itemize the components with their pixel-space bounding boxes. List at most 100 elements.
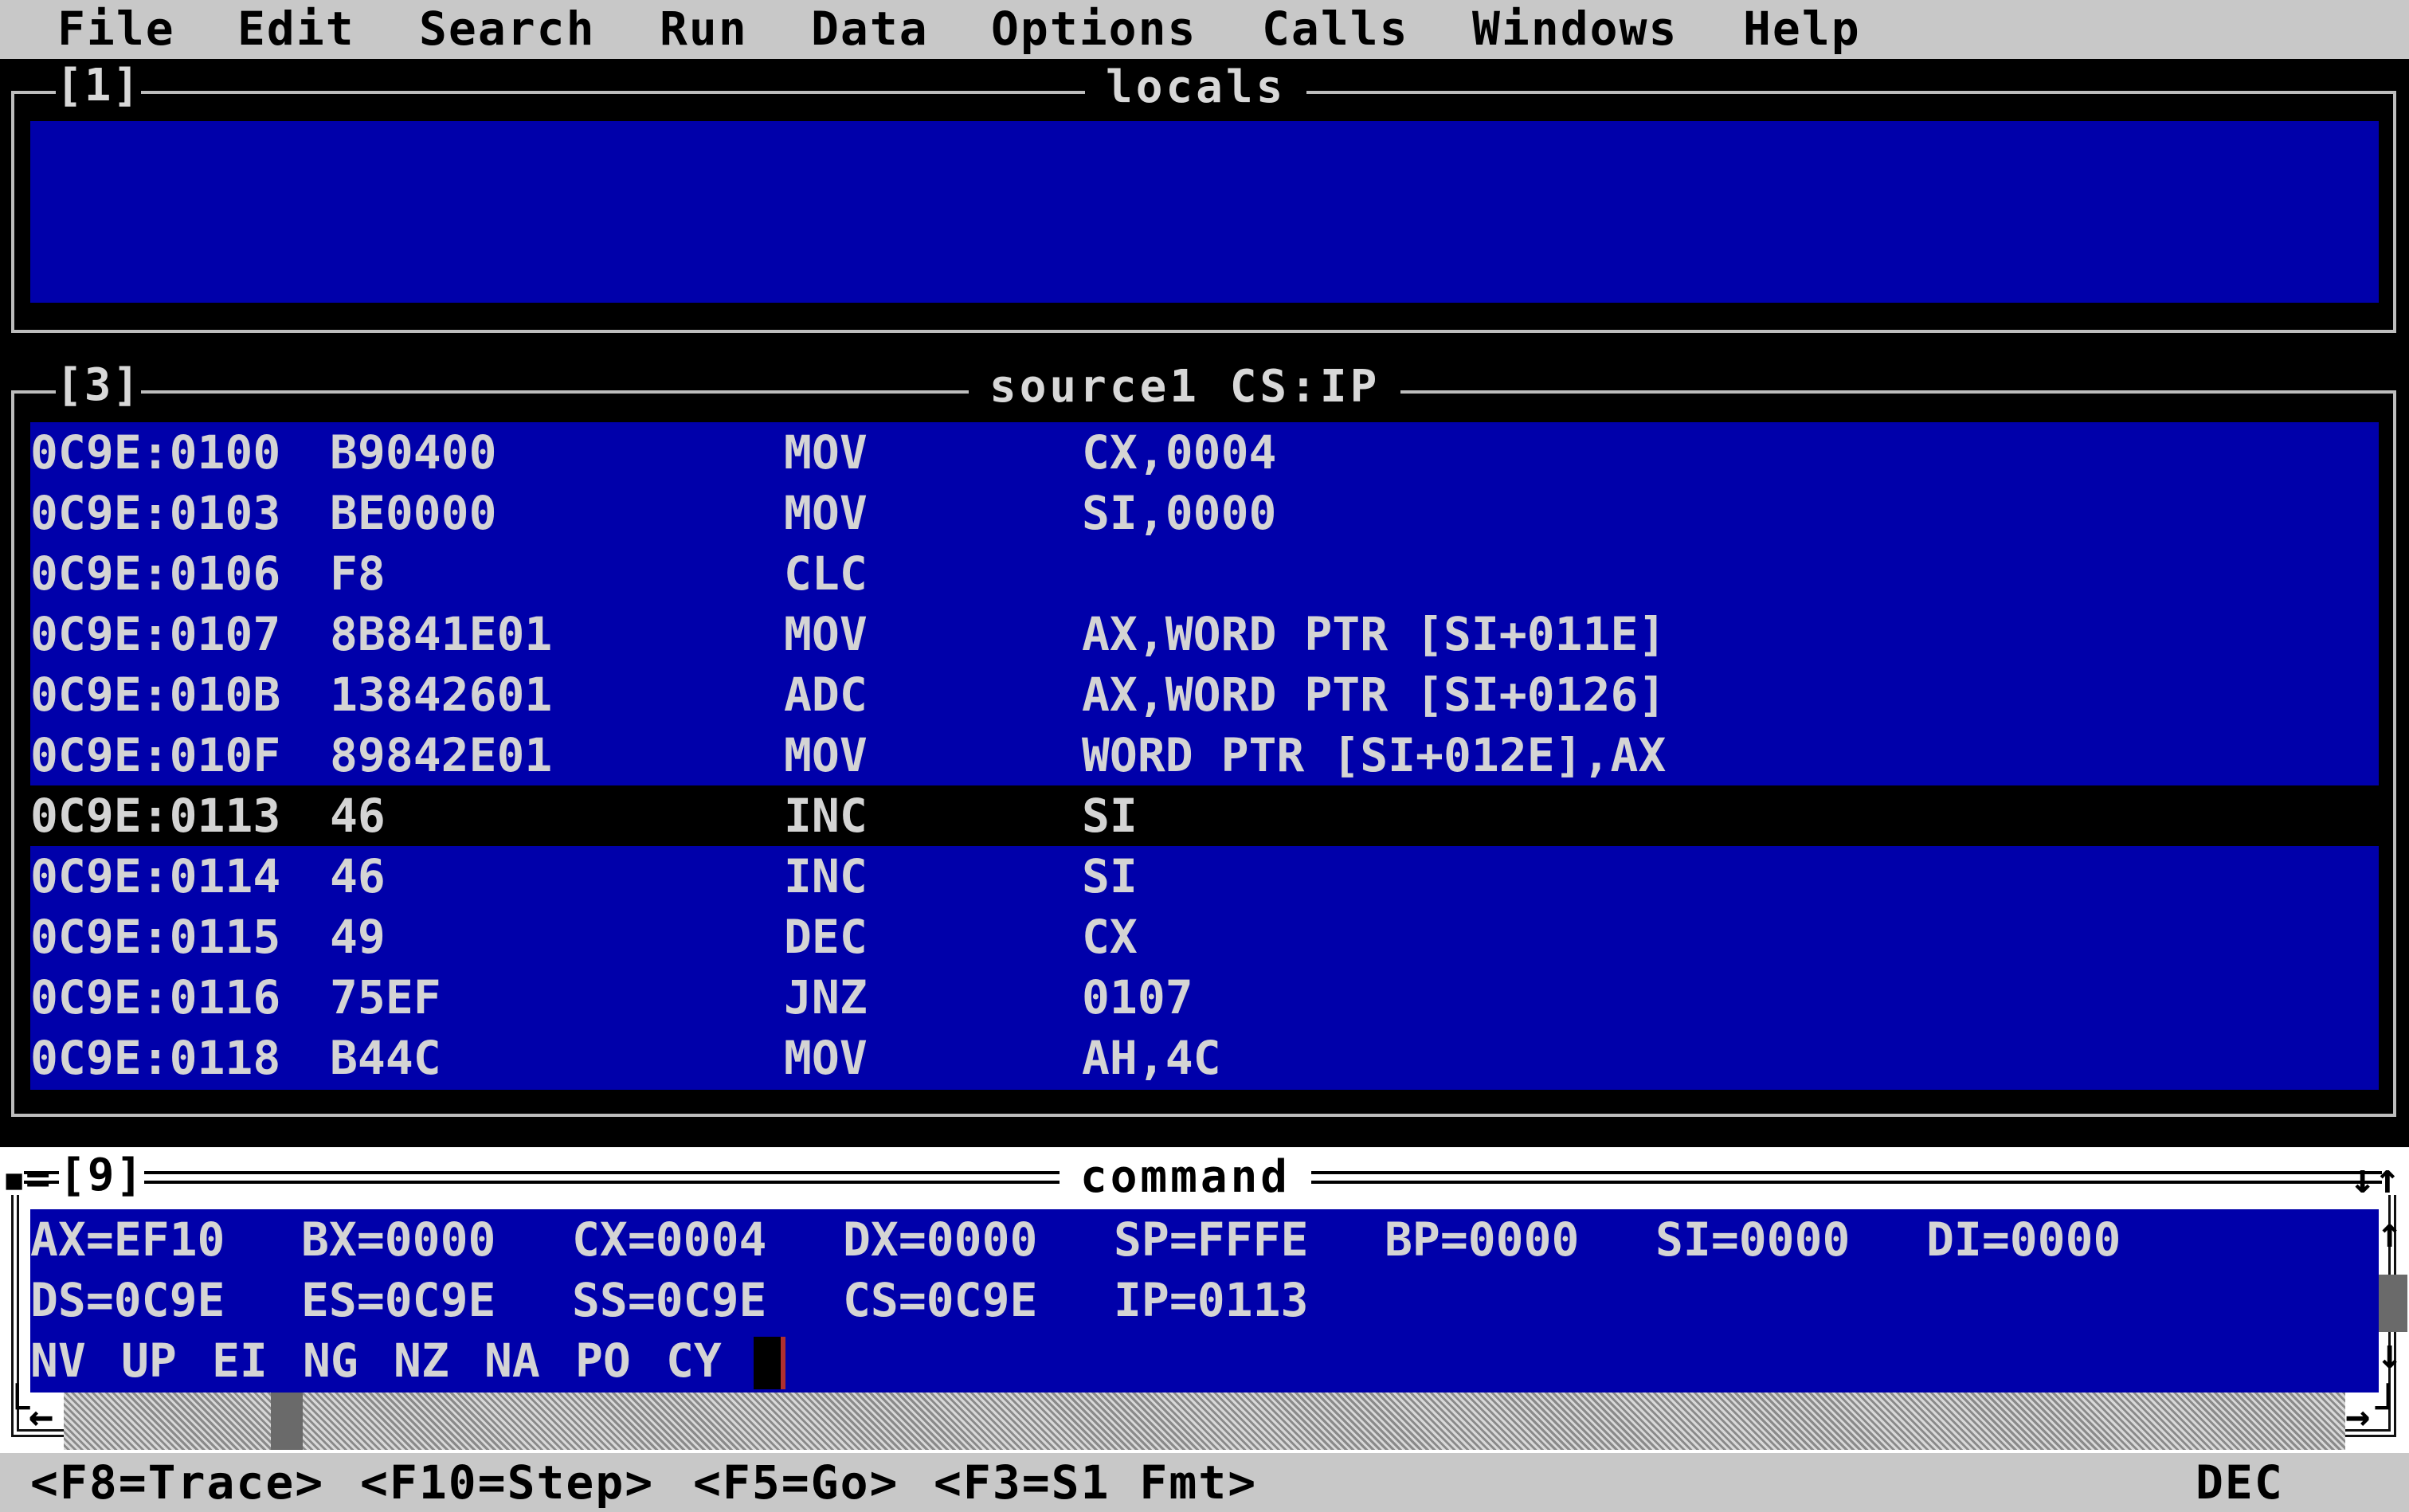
scroll-down-arrow-icon[interactable]: ↓ xyxy=(2377,1332,2402,1377)
source-row[interactable]: 0C9E:0103 BE0000 MOV SI,0000 xyxy=(30,483,2379,543)
menu-calls[interactable]: Calls xyxy=(1262,0,1409,59)
hint-trace[interactable]: <F8=Trace> xyxy=(30,1453,324,1512)
source-operands: SI,0000 xyxy=(1082,486,1277,540)
source-mnemonic: MOV xyxy=(784,728,868,782)
vertical-scroll-thumb[interactable] xyxy=(2379,1275,2407,1332)
command-window[interactable]: ▪ = [9] command ↓↑ AX=EF10 BX=0000 CX=0004… xyxy=(0,1147,2409,1453)
register-value: CS=0C9E xyxy=(843,1273,1038,1327)
menu-bar: File Edit Search Run Data Options Calls … xyxy=(0,0,2409,59)
source-row[interactable]: 0C9E:010B 13842601 ADC AX,WORD PTR [SI+0126… xyxy=(30,664,2379,725)
source-mnemonic: INC xyxy=(784,849,868,903)
command-pane[interactable]: AX=EF10 BX=0000 CX=0004 DX=0000 SP=FFFE BP=00… xyxy=(30,1209,2379,1393)
source-row[interactable]: 0C9E:0114 46 INC SI xyxy=(30,846,2379,907)
source-row[interactable]: 0C9E:0106 F8 CLC xyxy=(30,543,2379,604)
source-bytes: B90400 xyxy=(330,425,497,480)
menu-run[interactable]: Run xyxy=(660,0,748,59)
source-bytes: B44C xyxy=(330,1031,441,1085)
register-value: SS=0C9E xyxy=(572,1273,767,1327)
source-pane[interactable]: 0C9E:0100 B90400 MOV CX,0004 0C9E:0103 BE0000… xyxy=(30,422,2379,1090)
source-window[interactable]: [3] source1 CS:IP 0C9E:0100 B90400 MOV CX,0… xyxy=(0,358,2409,1123)
command-window-number[interactable]: [9] xyxy=(59,1152,145,1200)
source-operands: AH,4C xyxy=(1082,1031,1221,1085)
source-row[interactable]: 0C9E:010F 89842E01 MOV WORD PTR [SI+012E],A… xyxy=(30,725,2379,785)
flag-value: NG xyxy=(303,1334,358,1388)
registers-line-2: DS=0C9E ES=0C9E SS=0C9E CS=0C9E IP=0113 xyxy=(30,1270,2379,1330)
source-bytes: 89842E01 xyxy=(330,728,553,782)
source-mnemonic: CLC xyxy=(784,546,868,601)
hint-format[interactable]: <F3=S1 Fmt> xyxy=(934,1453,1257,1512)
locals-pane[interactable] xyxy=(30,121,2379,303)
source-operands: WORD PTR [SI+012E],AX xyxy=(1082,728,1667,782)
close-box-icon[interactable]: ▪ xyxy=(2,1157,26,1201)
source-window-title: source1 CS:IP xyxy=(969,363,1401,411)
registers-line-1: AX=EF10 BX=0000 CX=0004 DX=0000 SP=FFFE BP=00… xyxy=(30,1209,2379,1270)
source-row[interactable]: 0C9E:0115 49 DEC CX xyxy=(30,907,2379,967)
source-row-current[interactable]: 0C9E:0113 46 INC SI xyxy=(30,785,2379,846)
register-value: BX=0000 xyxy=(301,1212,496,1267)
source-addr: 0C9E:0107 xyxy=(30,607,281,661)
source-addr: 0C9E:0106 xyxy=(30,546,281,601)
flag-value: EI xyxy=(212,1334,268,1388)
menu-search[interactable]: Search xyxy=(419,0,596,59)
source-operands: SI xyxy=(1082,789,1138,843)
source-bytes: 75EF xyxy=(330,970,441,1024)
flag-value: CY xyxy=(666,1334,722,1388)
scroll-left-arrow-icon[interactable]: ← xyxy=(29,1394,53,1439)
locals-window-number[interactable]: [1] xyxy=(56,62,142,110)
source-operands: SI xyxy=(1082,849,1138,903)
scroll-up-arrow-icon[interactable]: ↑ xyxy=(2377,1211,2402,1255)
source-mnemonic: ADC xyxy=(784,668,868,722)
source-operands: CX,0004 xyxy=(1082,425,1277,480)
source-row[interactable]: 0C9E:0116 75EF JNZ 0107 xyxy=(30,967,2379,1028)
horizontal-scroll-track[interactable] xyxy=(64,1393,2345,1450)
source-operands: 0107 xyxy=(1082,970,1193,1024)
horizontal-scroll-thumb[interactable] xyxy=(271,1393,303,1450)
flag-value: NA xyxy=(484,1334,540,1388)
menu-data[interactable]: Data xyxy=(811,0,929,59)
menu-help[interactable]: Help xyxy=(1743,0,1861,59)
source-addr: 0C9E:0115 xyxy=(30,910,281,964)
source-addr: 0C9E:0100 xyxy=(30,425,281,480)
source-addr: 0C9E:0103 xyxy=(30,486,281,540)
source-bytes: 46 xyxy=(330,789,386,843)
menu-file[interactable]: File xyxy=(57,0,175,59)
menu-options[interactable]: Options xyxy=(991,0,1197,59)
hint-step[interactable]: <F10=Step> xyxy=(360,1453,654,1512)
radix-mode: DEC xyxy=(2196,1455,2284,1510)
source-mnemonic: MOV xyxy=(784,1031,868,1085)
register-value: SI=0000 xyxy=(1655,1212,1851,1267)
menu-edit[interactable]: Edit xyxy=(237,0,355,59)
source-bytes: F8 xyxy=(330,546,386,601)
register-value: DI=0000 xyxy=(1926,1212,2121,1267)
register-value: IP=0113 xyxy=(1114,1273,1309,1327)
hint-go[interactable]: <F5=Go> xyxy=(693,1453,899,1512)
status-bar: <F8=Trace> <F10=Step> <F5=Go> <F3=S1 Fmt… xyxy=(0,1453,2409,1512)
source-addr: 0C9E:0118 xyxy=(30,1031,281,1085)
register-value: DS=0C9E xyxy=(30,1273,225,1327)
flag-value: UP xyxy=(121,1334,177,1388)
source-mnemonic: MOV xyxy=(784,486,868,540)
resize-corner-icon[interactable]: ┘ xyxy=(2376,1386,2400,1431)
source-addr: 0C9E:0116 xyxy=(30,970,281,1024)
source-bytes: 46 xyxy=(330,849,386,903)
register-value: DX=0000 xyxy=(843,1212,1038,1267)
flag-value: NZ xyxy=(394,1334,449,1388)
source-mnemonic: MOV xyxy=(784,425,868,480)
source-mnemonic: DEC xyxy=(784,910,868,964)
source-bytes: 8B841E01 xyxy=(330,607,553,661)
source-addr: 0C9E:010B xyxy=(30,668,281,722)
maximize-arrows-icon[interactable]: ↓↑ xyxy=(2350,1157,2400,1201)
source-row[interactable]: 0C9E:0107 8B841E01 MOV AX,WORD PTR [SI+011E… xyxy=(30,604,2379,664)
locals-window[interactable]: [1] locals xyxy=(0,59,2409,354)
register-value: SP=FFFE xyxy=(1114,1212,1309,1267)
register-value: ES=0C9E xyxy=(301,1273,496,1327)
text-cursor xyxy=(754,1337,785,1389)
source-row[interactable]: 0C9E:0118 B44C MOV AH,4C xyxy=(30,1028,2379,1088)
register-value: AX=EF10 xyxy=(30,1212,225,1267)
menu-windows[interactable]: Windows xyxy=(1472,0,1678,59)
source-addr: 0C9E:0113 xyxy=(30,789,281,843)
source-bytes: 49 xyxy=(330,910,386,964)
scroll-right-arrow-icon[interactable]: → xyxy=(2345,1394,2370,1439)
source-row[interactable]: 0C9E:0100 B90400 MOV CX,0004 xyxy=(30,422,2379,483)
source-window-number[interactable]: [3] xyxy=(56,362,142,409)
